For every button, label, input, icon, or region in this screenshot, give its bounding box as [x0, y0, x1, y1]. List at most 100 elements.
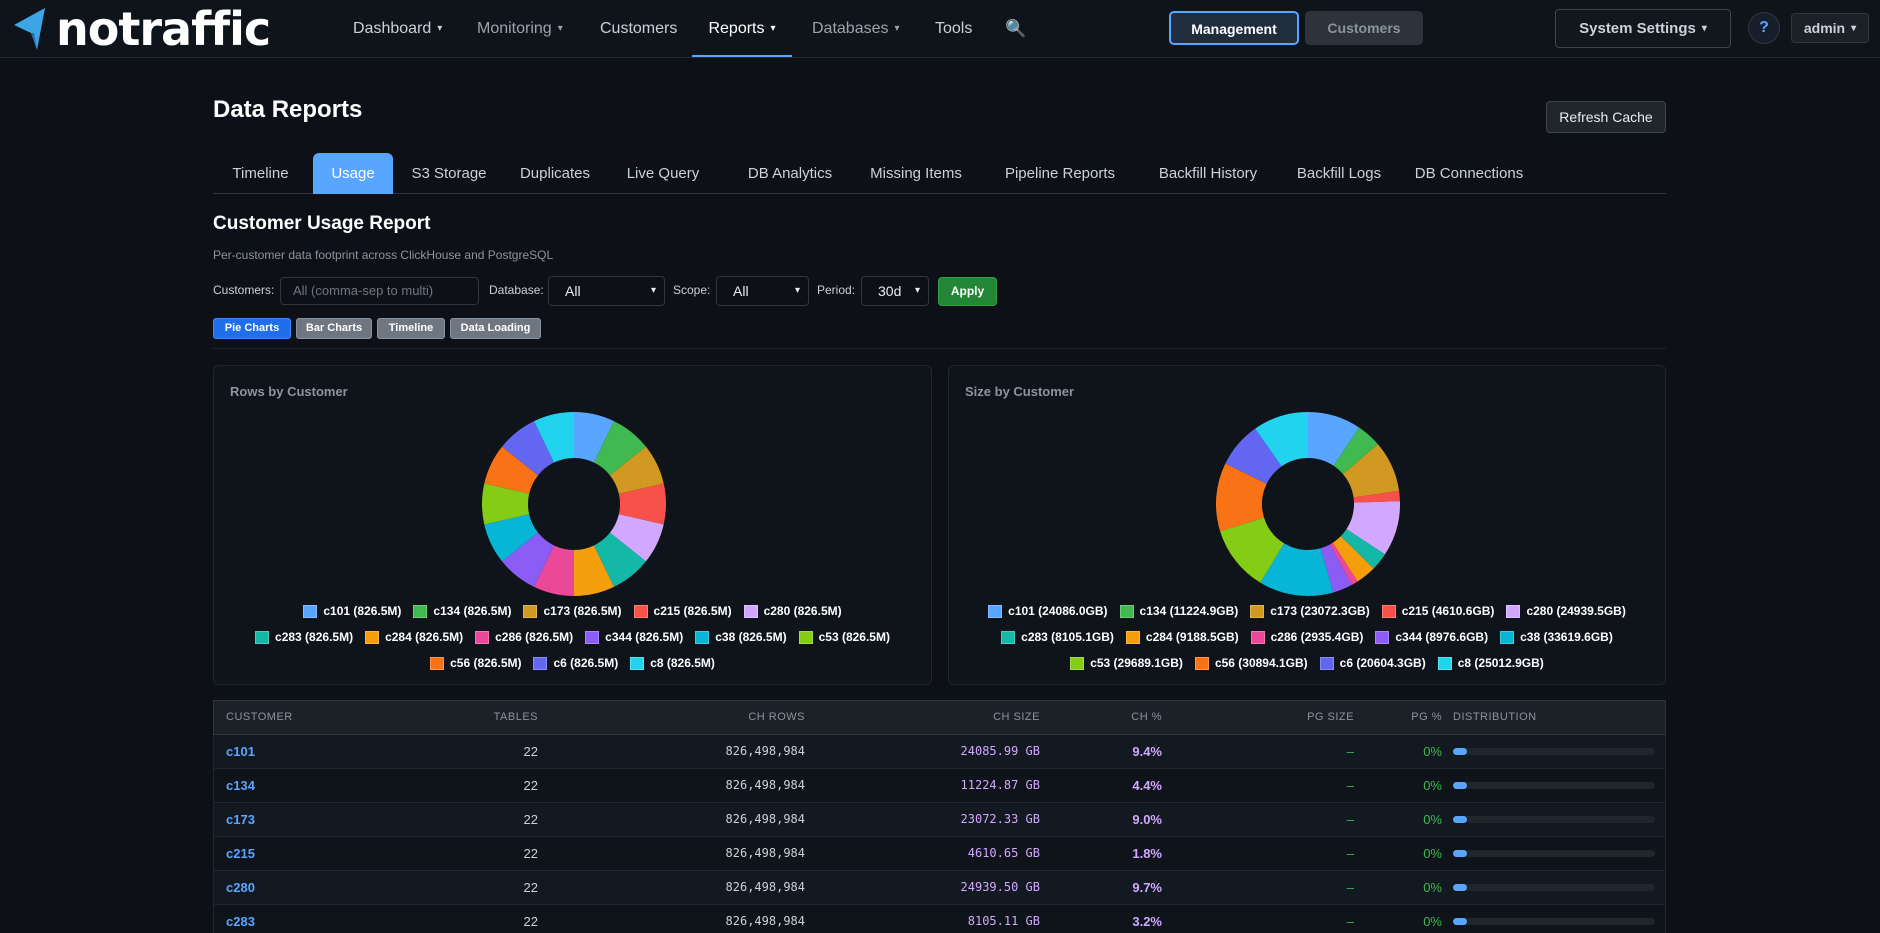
view-data-loading-button[interactable]: Data Loading	[450, 318, 541, 339]
table-row[interactable]: c173 22 826,498,984 23072.33 GB 9.0% – 0%	[213, 803, 1666, 837]
period-select-value: 30d	[878, 283, 902, 299]
help-button[interactable]: ?	[1748, 12, 1780, 44]
legend-item[interactable]: c284 (826.5M)	[365, 630, 463, 644]
col-ch-rows[interactable]: CH ROWS	[634, 701, 805, 734]
distribution-bar	[1453, 816, 1655, 823]
legend-item[interactable]: c6 (826.5M)	[533, 656, 618, 670]
customer-link[interactable]: c101	[226, 735, 255, 768]
legend-item[interactable]: c286 (826.5M)	[475, 630, 573, 644]
legend-swatch	[585, 630, 600, 644]
customer-link[interactable]: c283	[226, 905, 255, 933]
table-row[interactable]: c283 22 826,498,984 8105.11 GB 3.2% – 0%	[213, 905, 1666, 933]
view-pie-charts-button[interactable]: Pie Charts	[213, 318, 291, 339]
legend-item[interactable]: c280 (24939.5GB)	[1506, 604, 1626, 618]
legend-item[interactable]: c56 (30894.1GB)	[1194, 656, 1308, 670]
col-ch-pct[interactable]: CH %	[1114, 701, 1162, 734]
legend-item[interactable]: c134 (11224.9GB)	[1119, 604, 1239, 618]
mode-customers-button[interactable]: Customers	[1305, 11, 1423, 45]
chevron-down-icon: ▾	[650, 285, 656, 296]
legend-label: c38 (33619.6GB)	[1520, 630, 1613, 644]
legend-item[interactable]: c173 (826.5M)	[523, 604, 622, 618]
table-row[interactable]: c101 22 826,498,984 24085.99 GB 9.4% – 0%	[213, 735, 1666, 769]
apply-button[interactable]: Apply	[938, 277, 997, 306]
legend-item[interactable]: c6 (20604.3GB)	[1319, 656, 1426, 670]
legend-item[interactable]: c344 (8976.6GB)	[1375, 630, 1488, 644]
legend-item[interactable]: c344 (826.5M)	[585, 630, 683, 644]
legend-label: c134 (11224.9GB)	[1139, 604, 1239, 618]
tab-s3-storage[interactable]: S3 Storage	[401, 153, 497, 194]
tab-usage[interactable]: Usage	[313, 153, 393, 194]
legend-row: c283 (8105.1GB) c284 (9188.5GB) c286 (2935…	[959, 624, 1655, 650]
legend-swatch	[475, 630, 490, 644]
legend-swatch	[798, 630, 813, 644]
legend-item[interactable]: c286 (2935.4GB)	[1250, 630, 1363, 644]
ch-pct-value: 3.2%	[1132, 914, 1162, 929]
legend-item[interactable]: c283 (826.5M)	[255, 630, 353, 644]
period-select[interactable]: 30d ▾	[861, 276, 929, 306]
legend-item[interactable]: c8 (826.5M)	[630, 656, 715, 670]
legend-item[interactable]: c101 (826.5M)	[303, 604, 401, 618]
customer-link[interactable]: c280	[226, 871, 255, 904]
legend-item[interactable]: c280 (826.5M)	[743, 604, 842, 618]
legend-item[interactable]: c38 (33619.6GB)	[1500, 630, 1613, 644]
nav-dashboard[interactable]: Dashboard ▾	[353, 0, 442, 57]
nav-tools[interactable]: Tools	[935, 0, 972, 57]
legend-item[interactable]: c56 (826.5M)	[430, 656, 521, 670]
search-icon[interactable]: 🔍	[1005, 19, 1026, 39]
legend-item[interactable]: c53 (826.5M)	[798, 630, 890, 644]
tab-db-analytics[interactable]: DB Analytics	[745, 153, 835, 194]
col-pg-size[interactable]: PG SIZE	[1264, 701, 1354, 734]
legend-item[interactable]: c284 (9188.5GB)	[1125, 630, 1239, 644]
legend-item[interactable]: c8 (25012.9GB)	[1437, 656, 1544, 670]
legend-item[interactable]: c101 (24086.0GB)	[988, 604, 1108, 618]
legend-item[interactable]: c173 (23072.3GB)	[1250, 604, 1370, 618]
legend-swatch	[695, 630, 710, 644]
customer-link[interactable]: c215	[226, 837, 255, 870]
tab-pipeline-reports[interactable]: Pipeline Reports	[1003, 153, 1117, 194]
chevron-down-icon: ▾	[894, 23, 900, 34]
col-ch-size[interactable]: CH SIZE	[934, 701, 1040, 734]
view-bar-charts-button[interactable]: Bar Charts	[296, 318, 372, 339]
legend-item[interactable]: c215 (826.5M)	[633, 604, 732, 618]
customers-filter-input[interactable]: All (comma-sep to multi)	[280, 277, 479, 305]
tab-missing-items[interactable]: Missing Items	[869, 153, 963, 194]
nav-customers[interactable]: Customers	[600, 0, 677, 57]
table-row[interactable]: c134 22 826,498,984 11224.87 GB 4.4% – 0%	[213, 769, 1666, 803]
tab-backfill-logs[interactable]: Backfill Logs	[1291, 153, 1387, 194]
legend-item[interactable]: c134 (826.5M)	[413, 604, 511, 618]
legend-item[interactable]: c53 (29689.1GB)	[1070, 656, 1183, 670]
scope-select[interactable]: All ▾	[716, 276, 809, 306]
legend-item[interactable]: c283 (8105.1GB)	[1001, 630, 1114, 644]
table-row[interactable]: c215 22 826,498,984 4610.65 GB 1.8% – 0%	[213, 837, 1666, 871]
nav-databases[interactable]: Databases ▾	[812, 0, 900, 57]
nav-reports[interactable]: Reports ▾	[692, 0, 792, 57]
col-customer[interactable]: CUSTOMER	[226, 701, 293, 734]
customer-link[interactable]: c173	[226, 803, 255, 836]
tab-live-query[interactable]: Live Query	[625, 153, 701, 194]
database-select[interactable]: All ▾	[548, 276, 665, 306]
legend-label: c6 (20604.3GB)	[1339, 656, 1426, 670]
nav-monitoring[interactable]: Monitoring ▾	[477, 0, 563, 57]
customer-link[interactable]: c134	[226, 769, 255, 802]
tab-timeline[interactable]: Timeline	[213, 153, 308, 194]
col-tables[interactable]: TABLES	[454, 701, 538, 734]
ch-size-value: 24939.50 GB	[960, 880, 1040, 894]
tab-backfill-history[interactable]: Backfill History	[1152, 153, 1264, 194]
legend-item[interactable]: c215 (4610.6GB)	[1381, 604, 1494, 618]
brand-logo[interactable]: notraffic	[10, 5, 271, 53]
user-menu-button[interactable]: admin ▾	[1791, 13, 1869, 43]
table-row[interactable]: c280 22 826,498,984 24939.50 GB 9.7% – 0%	[213, 871, 1666, 905]
refresh-cache-button[interactable]: Refresh Cache	[1546, 101, 1666, 133]
distribution-bar-fill	[1453, 884, 1468, 891]
system-settings-button[interactable]: System Settings ▾	[1555, 9, 1731, 48]
mode-management-button[interactable]: Management	[1169, 11, 1299, 45]
legend-swatch	[430, 656, 445, 670]
tab-db-connections[interactable]: DB Connections	[1411, 153, 1527, 194]
tab-duplicates[interactable]: Duplicates	[514, 153, 596, 194]
legend-swatch	[1125, 630, 1140, 644]
legend-item[interactable]: c38 (826.5M)	[695, 630, 787, 644]
view-timeline-button[interactable]: Timeline	[377, 318, 445, 339]
pg-pct-value: 0%	[1423, 880, 1442, 895]
legend-swatch	[1194, 656, 1209, 670]
col-pg-pct[interactable]: PG %	[1394, 701, 1442, 734]
